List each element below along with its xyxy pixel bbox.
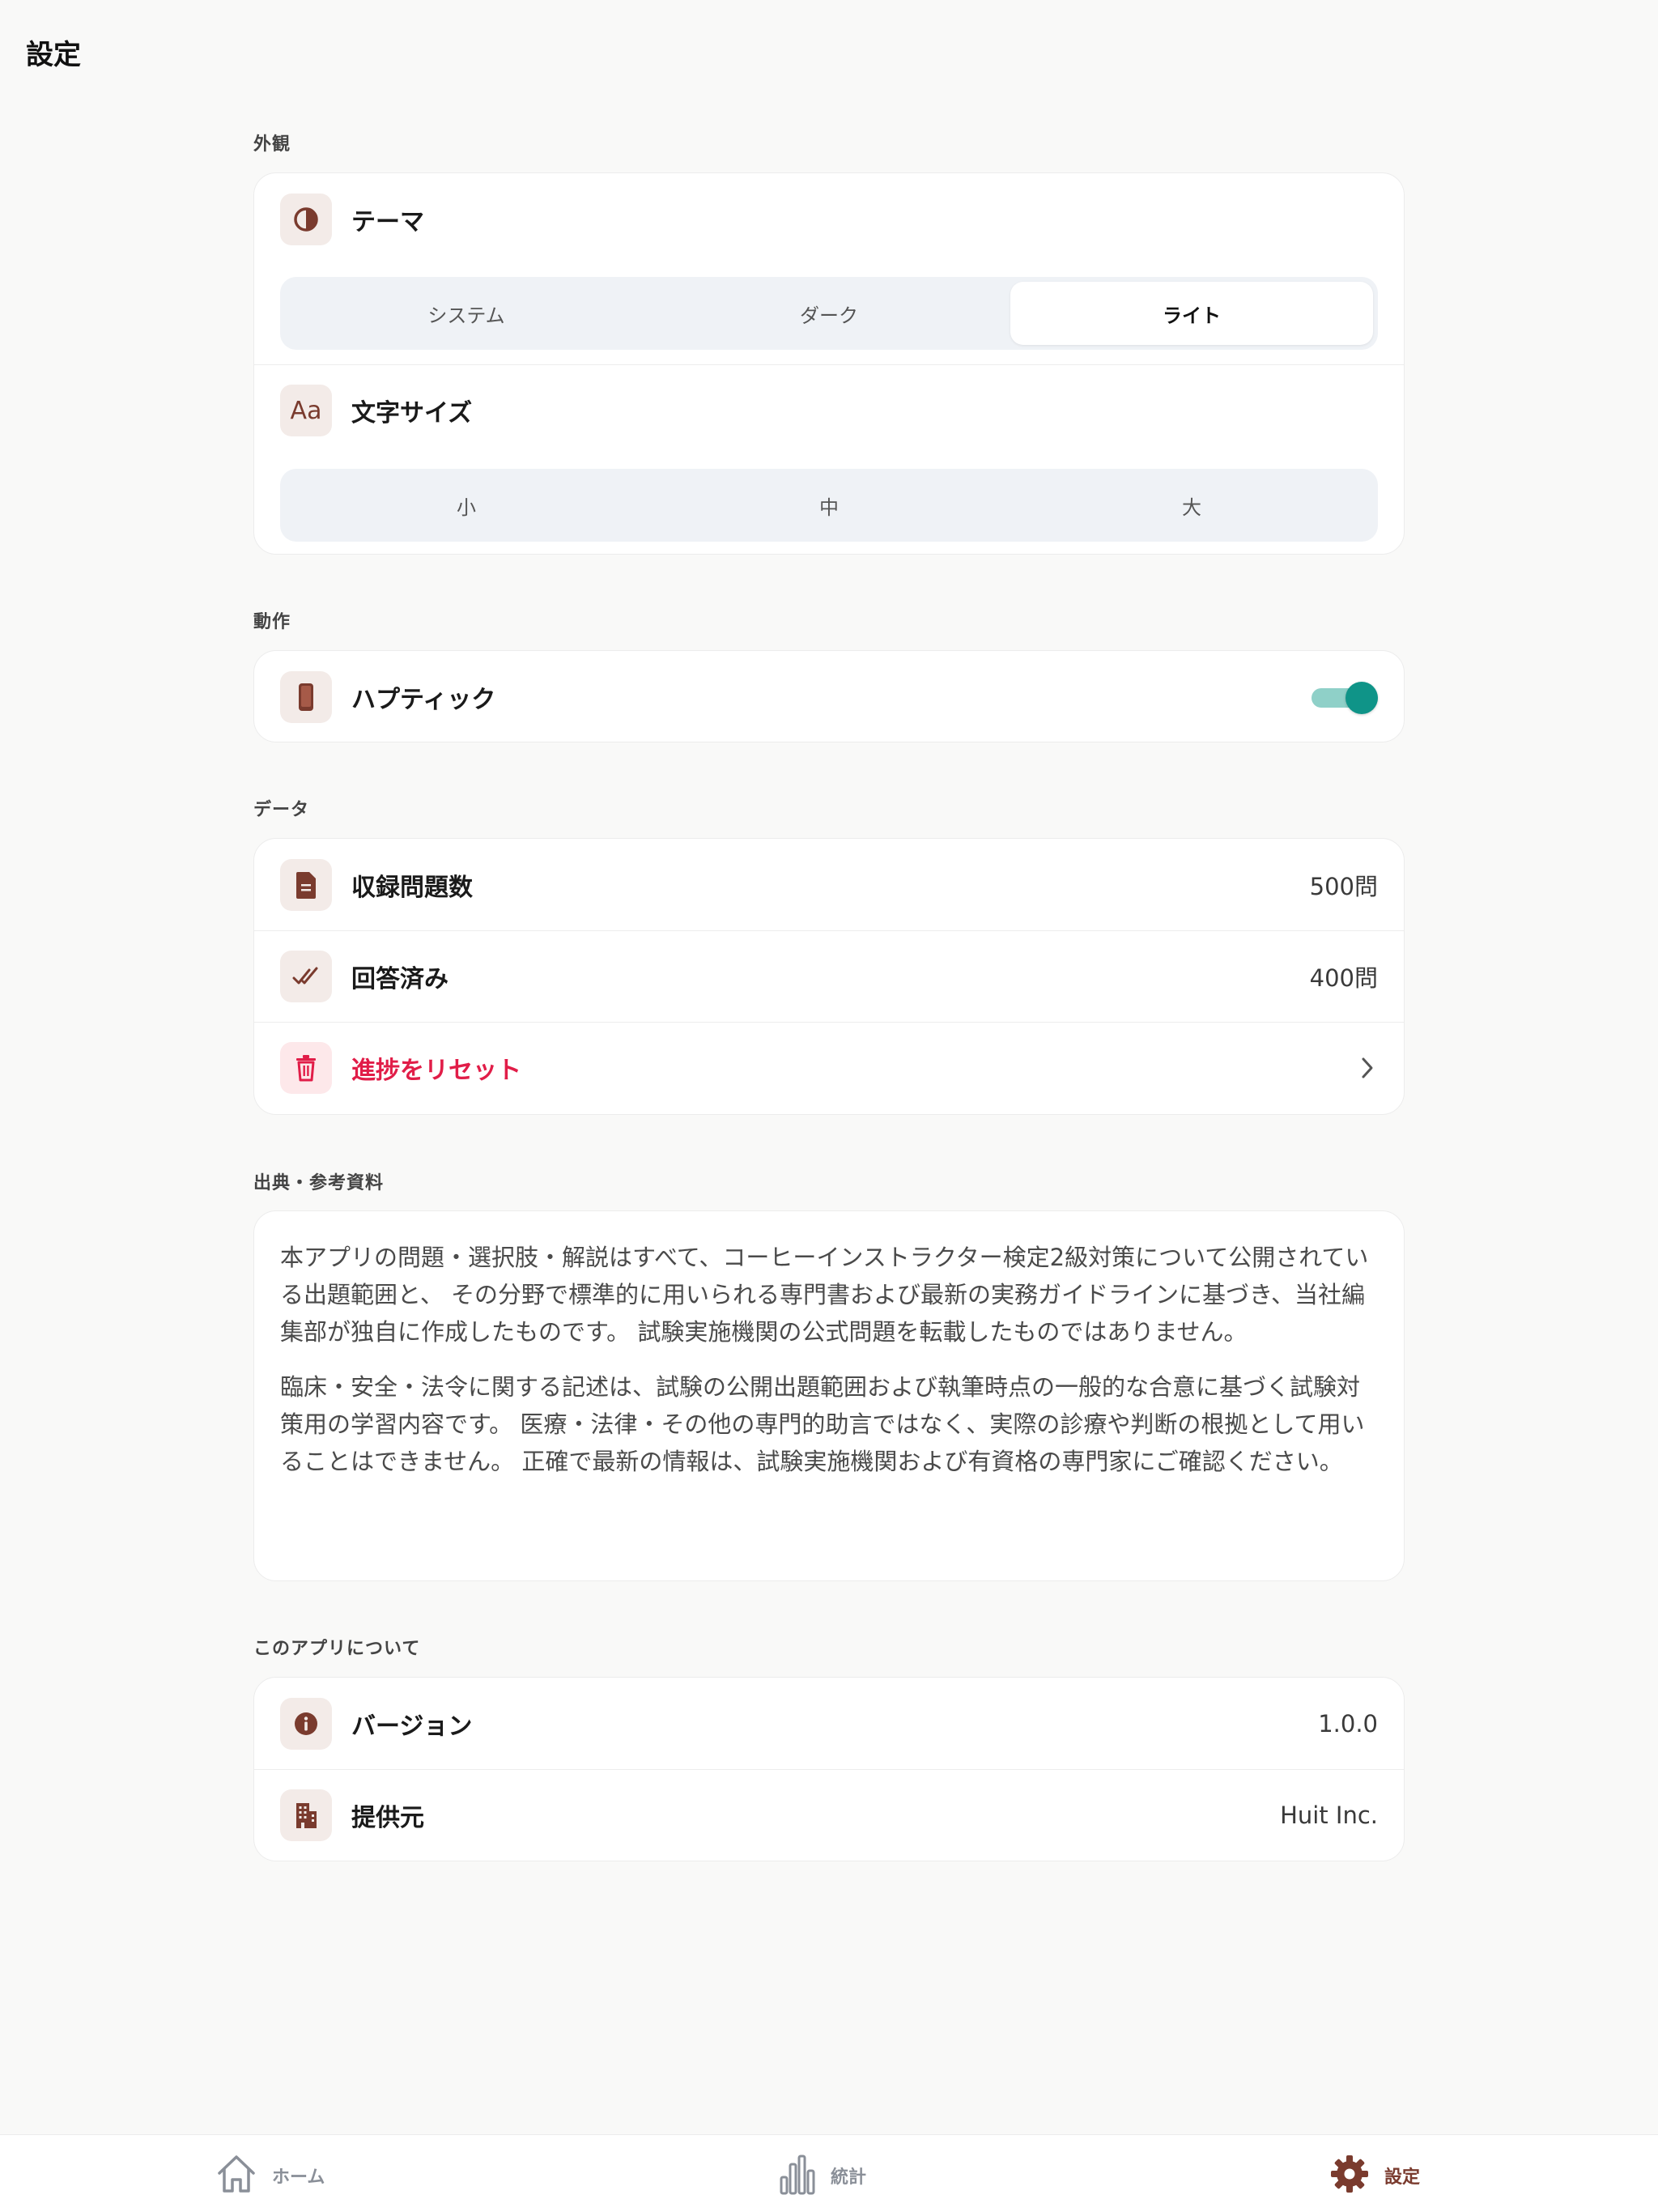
haptic-row: ハプティック (254, 651, 1404, 742)
font-size-group: Aa 文字サイズ 小 中 大 (254, 365, 1404, 554)
haptic-toggle[interactable] (1312, 682, 1378, 714)
answered-value: 400問 (1309, 964, 1378, 992)
double-check-icon (280, 951, 332, 1002)
section-label-behavior: 動作 (253, 612, 291, 632)
bottom-tab-bar: ホーム 統計 設定 (0, 2134, 1658, 2212)
gear-icon (1329, 2154, 1370, 2197)
page-title: 設定 (26, 39, 81, 71)
data-card: 収録問題数 500問 回答済み 400問 進捗をリセット (253, 838, 1405, 1115)
total-questions-value: 500問 (1309, 872, 1378, 900)
document-icon (280, 858, 332, 911)
section-label-appearance: 外観 (253, 134, 291, 155)
total-questions-label: 収録問題数 (351, 873, 473, 902)
section-label-sources: 出典・参考資料 (253, 1173, 385, 1193)
font-size-label: 文字サイズ (351, 399, 473, 428)
tab-home-label: ホーム (272, 2167, 325, 2188)
settings-page: 設定 外観 テーマ システム ダーク ライト Aa 文字サイズ 小 中 大 動作… (0, 0, 1658, 2212)
answered-row: 回答済み 400問 (254, 930, 1404, 1022)
trash-icon (280, 1042, 332, 1094)
total-questions-row: 収録問題数 500問 (254, 839, 1404, 930)
reset-progress-label: 進捗をリセット (351, 1057, 521, 1085)
tab-stats-label: 統計 (831, 2167, 867, 2188)
font-size-option-large[interactable]: 大 (1010, 474, 1373, 537)
text-size-icon: Aa (280, 385, 332, 436)
tab-home[interactable]: ホーム (215, 2153, 325, 2198)
info-icon (280, 1697, 332, 1750)
sources-paragraph-1: 本アプリの問題・選択肢・解説はすべて、コーヒーインストラクター検定2級対策につい… (280, 1244, 1369, 1346)
bar-chart-icon (779, 2153, 816, 2198)
reset-progress-row[interactable]: 進捗をリセット (254, 1022, 1404, 1113)
theme-segmented-control: システム ダーク ライト (280, 277, 1378, 350)
contrast-icon (280, 194, 332, 245)
building-icon (280, 1789, 332, 1841)
theme-option-system[interactable]: システム (285, 282, 648, 345)
sources-card: 本アプリの問題・選択肢・解説はすべて、コーヒーインストラクター検定2級対策につい… (253, 1210, 1405, 1581)
font-size-option-medium[interactable]: 中 (648, 474, 1010, 537)
sources-paragraph-2: 臨床・安全・法令に関する記述は、試験の公開出題範囲および執筆時点の一般的な合意に… (280, 1373, 1365, 1475)
tab-settings[interactable]: 設定 (1329, 2153, 1420, 2198)
version-value: 1.0.0 (1318, 1709, 1378, 1738)
theme-group: テーマ システム ダーク ライト (254, 173, 1404, 364)
chevron-right-icon (1357, 1057, 1378, 1078)
home-icon (215, 2154, 257, 2197)
provider-label: 提供元 (351, 1804, 424, 1832)
section-label-data: データ (253, 800, 310, 820)
font-size-option-small[interactable]: 小 (285, 474, 648, 537)
theme-option-light[interactable]: ライト (1010, 282, 1373, 345)
answered-label: 回答済み (351, 965, 449, 993)
haptic-label: ハプティック (351, 685, 496, 714)
version-row: バージョン 1.0.0 (254, 1678, 1404, 1769)
tab-settings-label: 設定 (1384, 2167, 1421, 2188)
behavior-card: ハプティック (253, 650, 1405, 742)
theme-option-dark[interactable]: ダーク (648, 282, 1010, 345)
phone-icon (280, 670, 332, 723)
provider-row: 提供元 Huit Inc. (254, 1769, 1404, 1861)
appearance-card: テーマ システム ダーク ライト Aa 文字サイズ 小 中 大 (253, 172, 1405, 555)
version-label: バージョン (351, 1712, 473, 1741)
font-size-segmented-control: 小 中 大 (280, 469, 1378, 542)
about-card: バージョン 1.0.0 提供元 Huit Inc. (253, 1677, 1405, 1861)
tab-stats[interactable]: 統計 (779, 2153, 866, 2198)
section-label-about: このアプリについて (253, 1639, 421, 1659)
provider-value: Huit Inc. (1280, 1802, 1378, 1829)
theme-label: テーマ (351, 208, 424, 236)
